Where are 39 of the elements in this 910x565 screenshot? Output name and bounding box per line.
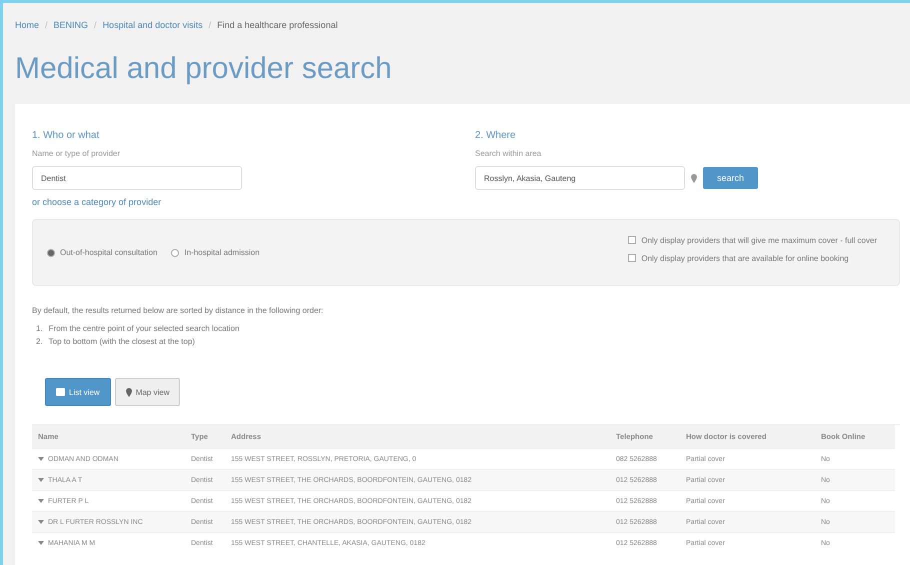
breadcrumb-link[interactable]: Hospital and doctor visits (102, 20, 203, 30)
area-input[interactable]: Rosslyn, Akasia, Gauteng (475, 166, 685, 190)
view-toggle-button[interactable]: Map view (114, 378, 180, 406)
search-button[interactable]: search (703, 167, 758, 189)
view-toggle-button[interactable]: List view (45, 378, 111, 406)
caret-icon[interactable] (38, 541, 44, 545)
step-text: Top to bottom (with the closest at the top) (48, 337, 195, 346)
provider-input[interactable]: Dentist (32, 166, 242, 190)
caret-icon[interactable] (38, 520, 44, 524)
field-label: Name or type of provider (32, 149, 122, 158)
current-page-label: Find a healthcare professional (217, 20, 338, 30)
section-heading: 2. Where (475, 130, 517, 141)
checkbox[interactable] (628, 236, 636, 244)
list-icon (56, 388, 65, 396)
radio-label: In-hospital admission (184, 248, 260, 257)
step-number: 2. (36, 337, 43, 346)
breadcrumb-link[interactable]: Home (15, 20, 40, 30)
breadcrumb-separator: / (45, 20, 48, 30)
caret-icon[interactable] (38, 457, 44, 461)
checkbox-label: Only display providers that are available for online booking (641, 254, 849, 262)
caret-icon[interactable] (38, 499, 44, 503)
map-pin-icon (691, 174, 697, 182)
breadcrumb-link[interactable]: BENING (54, 20, 88, 30)
sort-note: By default, the results returned below are sorted by distance in the following order: (32, 306, 324, 315)
checkbox[interactable] (628, 254, 636, 262)
field-label: Search within area (475, 149, 542, 158)
map-pin-icon (126, 388, 132, 396)
radio-button[interactable] (171, 248, 180, 256)
checkbox-label: Only display providers that will give me maximum cover - full cover (641, 236, 877, 244)
section-heading: 1. Who or what (32, 130, 100, 141)
category-link[interactable]: or choose a category of provider (32, 197, 475, 207)
step-text: From the centre point of your selected search location (48, 324, 240, 333)
page-title: Medical and provider search (15, 52, 393, 86)
breadcrumb-separator: / (94, 20, 97, 30)
radio-label: Out-of-hospital consultation (60, 248, 158, 257)
breadcrumb-separator: / (208, 20, 212, 30)
radio-button[interactable] (47, 248, 55, 256)
step-number: 1. (36, 324, 43, 333)
caret-icon[interactable] (38, 478, 44, 482)
